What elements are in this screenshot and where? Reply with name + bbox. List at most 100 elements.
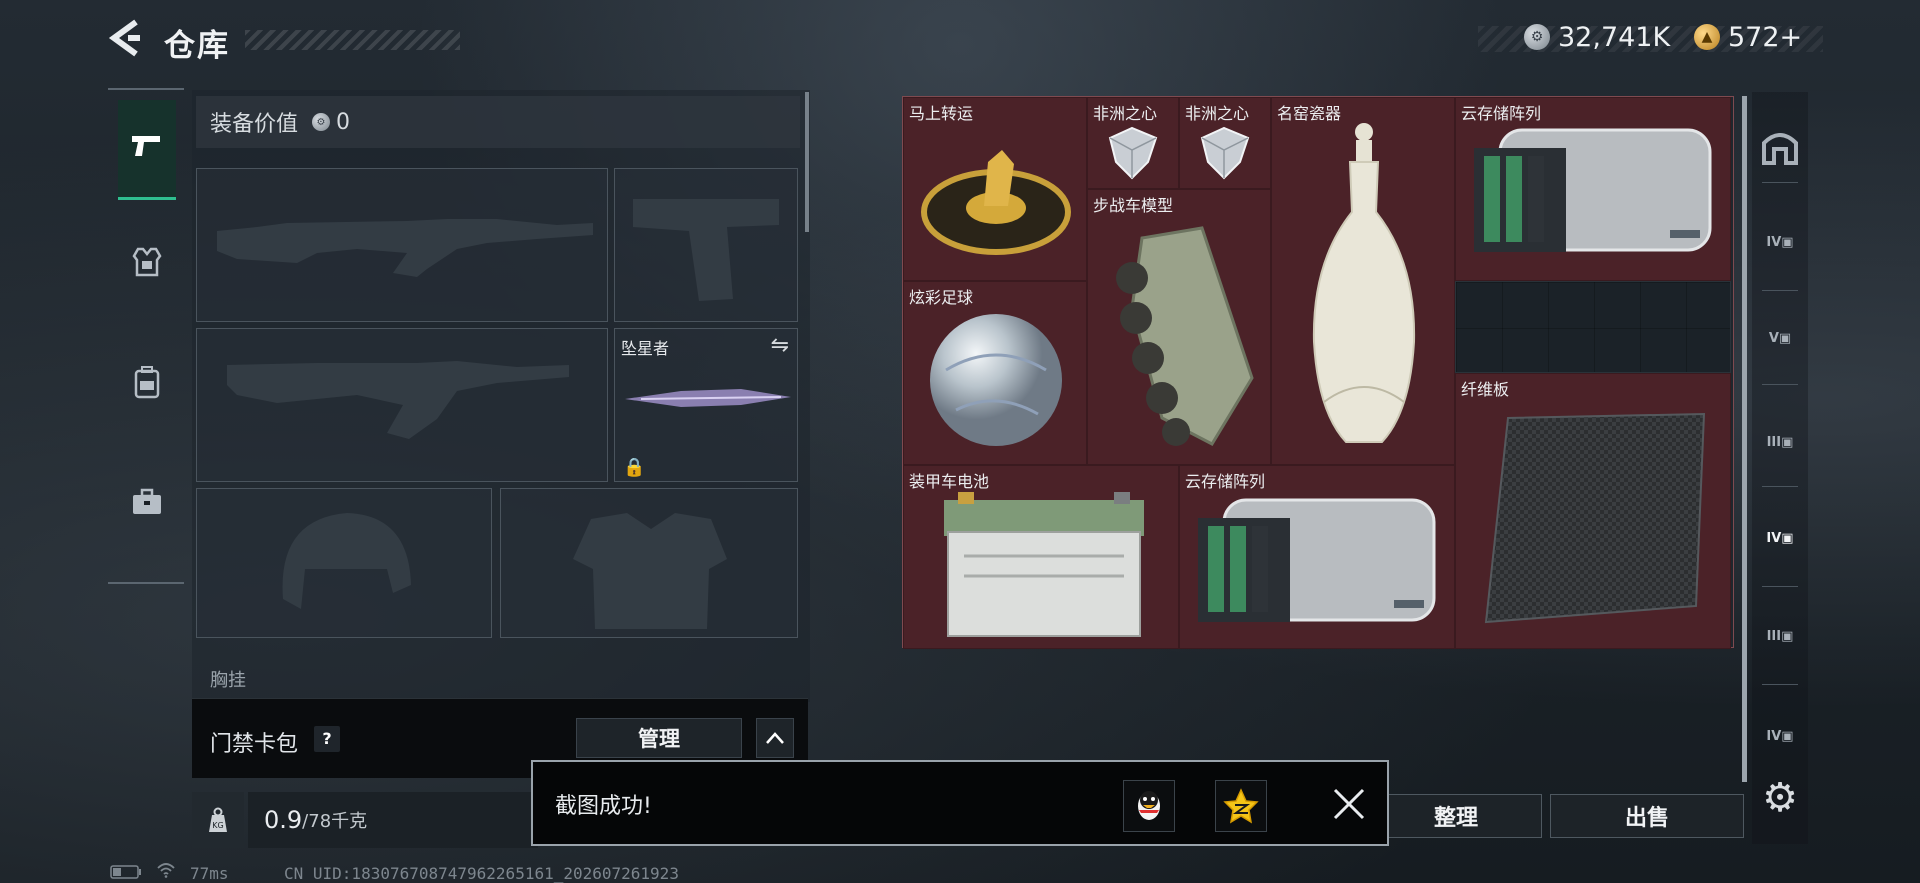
rail-filter-tier-4[interactable]: IV ▣ <box>1756 218 1804 266</box>
rail-home-icon[interactable] <box>1756 122 1804 170</box>
gear-icon[interactable]: ⚙ <box>1756 774 1804 822</box>
sell-button[interactable]: 出售 <box>1550 794 1744 838</box>
silver-amount: 32,741K <box>1558 21 1671 53</box>
rail-filter-tier-3b[interactable]: III ▣ <box>1756 612 1804 660</box>
vest-silhouette-icon <box>573 513 727 629</box>
item-label: 非洲之心 <box>1093 104 1158 123</box>
lucky-horse-coin-icon <box>921 150 1071 255</box>
rail-divider <box>1762 684 1798 685</box>
silver-currency: ⚙ 32,741K <box>1524 20 1670 54</box>
silver-coin-icon: ⚙ <box>312 113 331 131</box>
camera-icon: ▣ <box>1781 728 1794 744</box>
tab-weapons[interactable] <box>118 100 176 200</box>
gold-currency[interactable]: ▲ 572+ <box>1694 20 1802 54</box>
keycard-label: 门禁卡包 <box>210 732 299 757</box>
silver-coin-icon: ⚙ <box>1524 24 1550 50</box>
item-label: 纤维板 <box>1461 380 1510 399</box>
inventory-item-apc-battery[interactable]: 装甲车电池 <box>903 465 1179 649</box>
tier-label: IV <box>1766 728 1782 744</box>
inventory-item-african-heart-1[interactable]: 非洲之心 <box>1087 97 1179 189</box>
tier-label: III <box>1766 434 1782 450</box>
tier-label: V <box>1768 330 1779 346</box>
ping-readout: 77ms <box>190 864 229 883</box>
title-decoration <box>245 30 460 50</box>
melee-slot[interactable]: 坠星者 ⇋ 🔒 <box>614 328 798 482</box>
equipment-scrollbar[interactable] <box>805 92 809 232</box>
inventory-item-cloud-storage-1[interactable]: 云存储阵列 <box>1455 97 1731 281</box>
server-array-icon <box>1474 128 1712 252</box>
rail-divider <box>1762 290 1798 291</box>
sort-button[interactable]: 整理 <box>1370 794 1542 838</box>
inventory-item-horse-coin[interactable]: 马上转运 <box>903 97 1087 281</box>
item-label: 炫彩足球 <box>909 288 974 307</box>
gold-amount: 572+ <box>1728 21 1803 53</box>
tier-label: III <box>1766 628 1782 644</box>
rail-filter-tier-5[interactable]: V ▣ <box>1756 314 1804 362</box>
wifi-icon <box>156 862 176 882</box>
qzone-star-icon <box>1223 788 1259 824</box>
weight-max: /78千克 <box>302 811 368 832</box>
swap-icon[interactable]: ⇋ <box>771 333 789 358</box>
category-tab-rail <box>108 88 184 584</box>
gold-coin-icon: ▲ <box>1694 24 1720 50</box>
inventory-grid: 马上转运 非洲之心 非洲之心 名窑瓷器 云存储阵列 步战车模型 炫彩足球 纤维板… <box>902 96 1734 649</box>
inventory-item-fiberboard[interactable]: 纤维板 <box>1455 373 1731 649</box>
item-label: 非洲之心 <box>1185 104 1250 123</box>
inventory-item-cloud-storage-2[interactable]: 云存储阵列 <box>1179 465 1455 649</box>
rail-filter-tier-4-selected[interactable]: IV ▣ <box>1756 514 1804 562</box>
chest-rig-label: 胸挂 <box>210 670 246 691</box>
rail-divider <box>1762 486 1798 487</box>
equipment-value: 0 <box>336 109 351 135</box>
lock-icon: 🔒 <box>623 457 646 478</box>
inventory-item-porcelain[interactable]: 名窑瓷器 <box>1271 97 1455 465</box>
inventory-empty-cell[interactable] <box>1455 281 1731 373</box>
share-qq-button[interactable] <box>1123 780 1175 832</box>
primary-weapon-slot[interactable] <box>196 168 608 322</box>
chevron-up-icon <box>766 732 784 744</box>
armor-vest-icon <box>132 246 162 286</box>
camera-icon: ▣ <box>1781 434 1794 450</box>
user-id: CN UID:183076708747962265161_20260726192… <box>284 864 679 883</box>
page-title: 仓库 <box>164 28 230 64</box>
item-label: 马上转运 <box>909 104 974 123</box>
expand-button[interactable] <box>756 718 794 758</box>
rifle-silhouette-icon <box>217 219 593 277</box>
body-armor-slot[interactable] <box>500 488 798 638</box>
rail-filter-tier-4b[interactable]: IV ▣ <box>1756 712 1804 760</box>
tab-case[interactable] <box>118 456 176 556</box>
rail-filter-tier-3[interactable]: III ▣ <box>1756 418 1804 466</box>
inventory-scrollbar[interactable] <box>1742 96 1747 782</box>
share-qzone-button[interactable] <box>1215 780 1267 832</box>
backpack-icon <box>133 365 161 407</box>
screenshot-toast: 截图成功! <box>531 760 1389 846</box>
item-label: 云存储阵列 <box>1185 472 1266 491</box>
pistol-slot[interactable] <box>614 168 798 322</box>
inventory-item-african-heart-2[interactable]: 非洲之心 <box>1179 97 1271 189</box>
equipment-value-label: 装备价值 <box>210 112 299 137</box>
tab-armor[interactable] <box>118 216 176 316</box>
diamond-icon <box>1108 126 1158 180</box>
helmet-silhouette-icon <box>282 513 411 609</box>
helmet-slot[interactable] <box>196 488 492 638</box>
porcelain-vase-icon <box>1312 123 1416 443</box>
camera-icon: ▣ <box>1781 530 1794 546</box>
rail-divider <box>1762 384 1798 385</box>
inventory-item-ifv-model[interactable]: 步战车模型 <box>1087 189 1271 465</box>
camera-icon: ▣ <box>1778 330 1792 346</box>
rail-divider <box>1762 182 1798 183</box>
server-array-icon <box>1198 498 1436 622</box>
item-label: 步战车模型 <box>1093 196 1174 215</box>
vehicle-battery-icon <box>944 492 1144 637</box>
secondary-weapon-slot[interactable] <box>196 328 608 482</box>
rifle-silhouette-icon <box>227 361 569 439</box>
carry-weight: 0.9 /78千克 <box>248 792 538 848</box>
melee-item-name: 坠星者 <box>621 339 670 358</box>
back-icon[interactable] <box>108 18 148 62</box>
help-button[interactable]: ? <box>314 726 340 752</box>
close-icon[interactable] <box>1329 784 1369 824</box>
manage-button[interactable]: 管理 <box>576 718 742 758</box>
tab-backpack[interactable] <box>118 336 176 436</box>
camera-icon: ▣ <box>1781 234 1794 250</box>
briefcase-icon <box>131 488 163 524</box>
inventory-item-football[interactable]: 炫彩足球 <box>903 281 1087 465</box>
